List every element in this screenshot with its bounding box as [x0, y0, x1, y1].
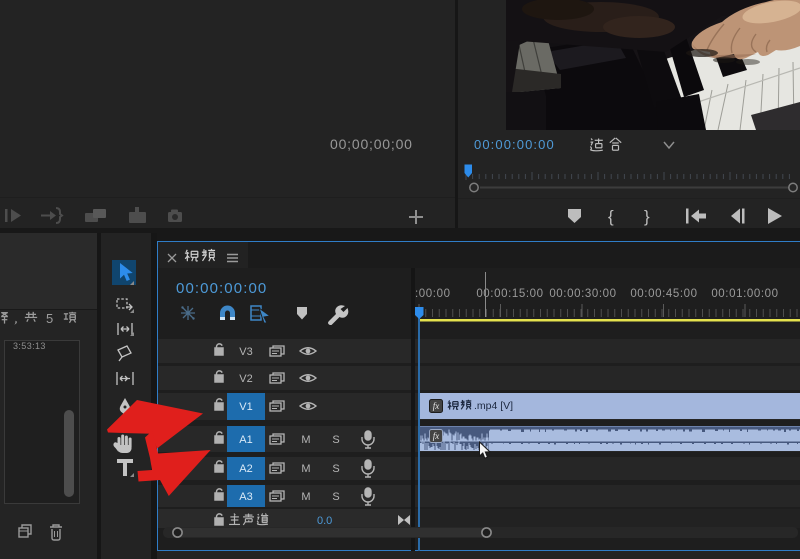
svg-text:{: {: [608, 207, 614, 226]
svg-text:}: }: [644, 207, 650, 226]
